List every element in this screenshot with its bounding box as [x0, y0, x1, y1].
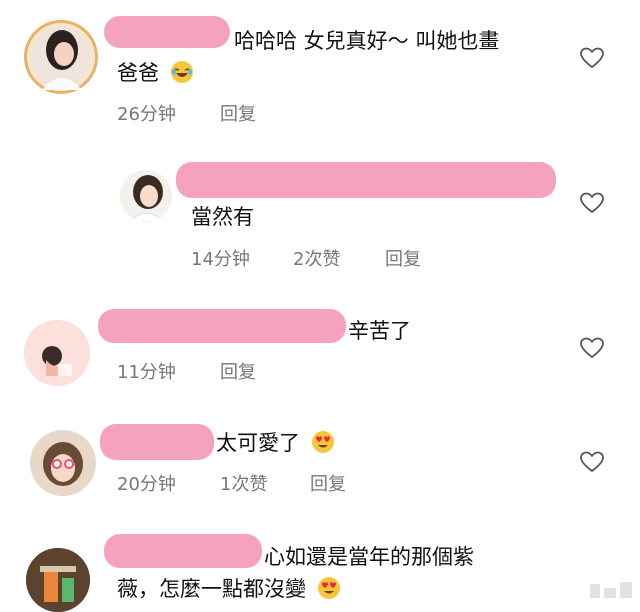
- comment-1: 哈哈哈 女兒真好～ 叫她也畫 爸爸 26分钟 回复: [0, 0, 640, 130]
- like-count[interactable]: 2次赞: [293, 245, 340, 271]
- comment-text: 太可愛了: [216, 428, 335, 458]
- reply-button[interactable]: 回复: [310, 470, 346, 496]
- heart-eyes-emoji-icon: [311, 431, 334, 453]
- comment-text-body: 太可愛了: [216, 431, 300, 455]
- heart-eyes-emoji-icon: [317, 577, 340, 599]
- user-avatar[interactable]: [120, 170, 172, 222]
- like-count[interactable]: 1次赞: [220, 470, 267, 496]
- comment-text-line1: 心如還是當年的那個紫: [264, 545, 474, 569]
- comment-time: 11分钟: [117, 362, 176, 383]
- comment-text-line1: 哈哈哈 女兒真好～ 叫她也畫: [234, 29, 500, 53]
- redacted-username: [104, 534, 262, 568]
- user-avatar[interactable]: [24, 20, 98, 94]
- redacted-username: [100, 424, 214, 460]
- comment-time: 26分钟: [117, 104, 176, 125]
- comment-time: 20分钟: [117, 474, 176, 495]
- comment-2: 當然有 14分钟 2次赞 回复: [0, 150, 640, 280]
- comment-3: 辛苦了 11分钟 回复: [0, 300, 640, 400]
- comment-time: 14分钟: [191, 249, 250, 270]
- user-avatar[interactable]: [26, 548, 90, 612]
- heart-outline-icon[interactable]: [580, 451, 604, 473]
- comment-4: 太可愛了 20分钟 1次赞 回复: [0, 410, 640, 520]
- comment-text-line2: 薇，怎麼一點都沒變: [117, 574, 341, 604]
- comment-text-line2-text: 薇，怎麼一點都沒變: [117, 577, 306, 601]
- comment-text: 辛苦了: [348, 319, 411, 343]
- comment-5: 心如還是當年的那個紫 薇，怎麼一點都沒變: [0, 528, 640, 612]
- redacted-username: [98, 309, 346, 343]
- heart-outline-icon[interactable]: [580, 47, 604, 69]
- heart-outline-icon[interactable]: [580, 337, 604, 359]
- laughing-emoji-icon: [170, 61, 193, 83]
- redacted-username: [176, 162, 556, 198]
- reply-button[interactable]: 回复: [220, 358, 256, 384]
- user-avatar[interactable]: [30, 430, 96, 496]
- watermark-logo: [590, 582, 632, 598]
- comment-text-line2-text: 爸爸: [117, 61, 159, 85]
- comment-text-line2: 爸爸: [117, 58, 194, 88]
- redacted-username: [104, 16, 230, 48]
- reply-button[interactable]: 回复: [220, 100, 256, 126]
- heart-outline-icon[interactable]: [580, 192, 604, 214]
- reply-button[interactable]: 回复: [385, 245, 421, 271]
- comment-text: 當然有: [191, 205, 254, 229]
- user-avatar[interactable]: [24, 320, 90, 386]
